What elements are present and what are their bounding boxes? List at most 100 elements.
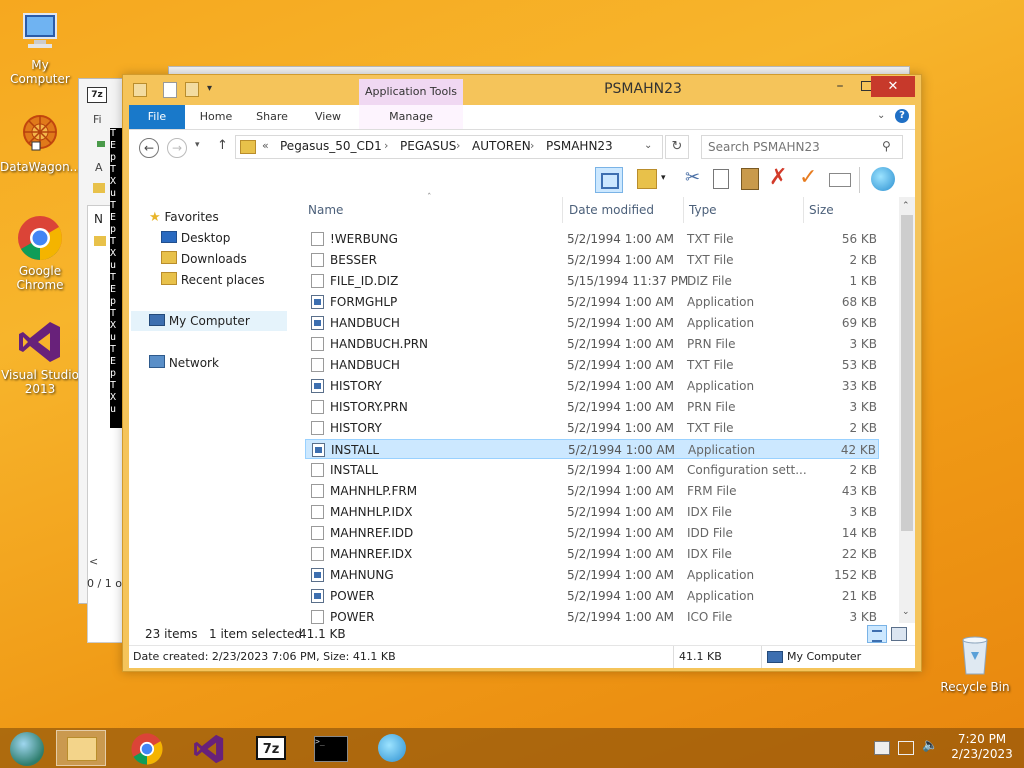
action-center-flag-icon[interactable] [874,741,890,755]
status-divider [761,646,762,668]
file-row[interactable]: POWER 5/2/1994 1:00 AM ICO File 3 KB [305,607,879,627]
title-bar[interactable]: ▾ Application Tools PSMAHN23 – ✕ [123,75,921,105]
taskbar-chrome[interactable] [122,730,172,766]
bg-side-letter: A [95,161,103,174]
file-row[interactable]: INSTALL 5/2/1994 1:00 AM Application 42 KB [305,439,879,459]
file-row[interactable]: HANDBUCH 5/2/1994 1:00 AM TXT File 53 KB [305,355,879,375]
refresh-button[interactable]: ↻ [665,135,689,159]
search-box[interactable]: ⚲ [701,135,903,159]
shell-icon[interactable] [871,167,895,191]
scroll-left-arrow[interactable]: < [89,555,98,568]
breadcrumb-item[interactable]: Pegasus_50_CD1 [280,139,382,153]
clock[interactable]: 7:20 PM 2/23/2023 [944,732,1020,762]
start-button[interactable] [2,730,52,766]
file-date: 5/15/1994 11:37 PM [567,274,689,288]
desktop-icon-my-computer[interactable]: My Computer [0,8,80,86]
vertical-scrollbar[interactable]: ⌃ ⌄ [899,197,915,623]
ribbon-collapse-icon[interactable]: ⌄ [877,110,885,121]
breadcrumb-separator-icon[interactable]: › [530,139,534,152]
nav-desktop[interactable]: Desktop [161,228,230,248]
desktop-icon-recycle-bin[interactable]: Recycle Bin [935,630,1015,694]
nav-favorites[interactable]: ★ Favorites [149,207,219,227]
properties-check-icon[interactable]: ✓ [799,165,817,190]
breadcrumb-separator-icon[interactable]: › [456,139,460,152]
nav-network[interactable]: Network [149,353,219,373]
taskbar-visual-studio[interactable] [184,730,234,766]
desktop-icon-chrome[interactable]: Google Chrome [0,214,80,292]
file-row[interactable]: MAHNHLP.FRM 5/2/1994 1:00 AM FRM File 43 KB [305,481,879,501]
tab-share[interactable]: Share [249,105,295,129]
back-button[interactable]: ← [139,138,159,158]
taskbar-cmd[interactable]: >_ [306,730,356,766]
file-row[interactable]: MAHNREF.IDD 5/2/1994 1:00 AM IDD File 14 KB [305,523,879,543]
forward-button[interactable]: → [167,138,187,158]
breadcrumb-item[interactable]: PSMAHN23 [546,139,613,153]
scroll-up-arrow[interactable]: ⌃ [902,201,910,211]
scrollbar-thumb[interactable] [901,215,913,531]
column-header-name[interactable]: Name [308,197,563,223]
nav-recent-places[interactable]: Recent places [161,270,265,290]
file-size: 53 KB [841,358,877,372]
column-header-size[interactable]: Size [809,197,879,223]
address-field[interactable]: « Pegasus_50_CD1 › PEGASUS › AUTOREN › P… [235,135,663,159]
address-dropdown-icon[interactable]: ⌄ [644,140,652,151]
column-header-type[interactable]: Type [689,197,804,223]
tab-manage[interactable]: Manage [359,105,463,129]
new-folder-icon[interactable] [185,82,199,97]
explorer-window[interactable]: ▾ Application Tools PSMAHN23 – ✕ File Ho… [122,74,922,672]
file-row[interactable]: MAHNHLP.IDX 5/2/1994 1:00 AM IDX File 3 KB [305,502,879,522]
taskbar-shell[interactable] [368,730,418,766]
file-row[interactable]: HISTORY 5/2/1994 1:00 AM Application 33 KB [305,376,879,396]
search-input[interactable] [706,138,878,156]
search-icon[interactable]: ⚲ [882,139,891,153]
tab-file[interactable]: File [129,105,185,129]
file-row[interactable]: FORMGHLP 5/2/1994 1:00 AM Application 68 KB [305,292,879,312]
desktop-icon-label: DataWagon... [0,160,82,174]
help-icon[interactable]: ? [895,109,909,123]
up-button[interactable]: ↑ [217,138,228,153]
file-row[interactable]: HANDBUCH.PRN 5/2/1994 1:00 AM PRN File 3 KB [305,334,879,354]
large-icons-view-button[interactable] [891,627,907,641]
paste-icon[interactable] [741,168,759,190]
desktop-icon-visual-studio[interactable]: Visual Studio 2013 [0,318,80,396]
delete-icon[interactable]: ✗ [769,165,787,190]
breadcrumb-item[interactable]: PEGASUS [400,139,456,153]
details-view-button[interactable] [867,625,887,643]
copy-icon[interactable] [713,169,729,189]
options-dropdown-icon[interactable]: ▾ [661,173,666,183]
file-row[interactable]: HANDBUCH 5/2/1994 1:00 AM Application 69 KB [305,313,879,333]
address-overflow-chevron[interactable]: « [262,139,269,152]
volume-icon[interactable]: 🔈 [922,738,938,753]
folder-options-icon[interactable] [637,169,657,189]
file-row[interactable]: !WERBUNG 5/2/1994 1:00 AM TXT File 56 KB [305,229,879,249]
file-row[interactable]: HISTORY 5/2/1994 1:00 AM TXT File 2 KB [305,418,879,438]
close-button[interactable]: ✕ [871,76,915,97]
properties-icon[interactable] [163,82,177,98]
preview-pane-button[interactable] [595,167,623,193]
file-row[interactable]: POWER 5/2/1994 1:00 AM Application 21 KB [305,586,879,606]
file-row[interactable]: BESSER 5/2/1994 1:00 AM TXT File 2 KB [305,250,879,270]
taskbar-file-explorer[interactable] [56,730,106,766]
nav-my-computer[interactable]: My Computer [131,311,287,331]
breadcrumb-item[interactable]: AUTOREN [472,139,531,153]
file-row[interactable]: INSTALL 5/2/1994 1:00 AM Configuration set… [305,460,879,480]
cut-icon[interactable]: ✂ [685,167,700,188]
network-tray-icon[interactable] [898,741,914,755]
scroll-down-arrow[interactable]: ⌄ [902,607,910,617]
tab-view[interactable]: View [305,105,351,129]
file-row[interactable]: FILE_ID.DIZ 5/15/1994 11:37 PM DIZ File 1 K… [305,271,879,291]
file-row[interactable]: HISTORY.PRN 5/2/1994 1:00 AM PRN File 3 KB [305,397,879,417]
breadcrumb-separator-icon[interactable]: › [384,139,388,152]
file-row[interactable]: MAHNREF.IDX 5/2/1994 1:00 AM IDX File 22 KB [305,544,879,564]
tab-home[interactable]: Home [193,105,239,129]
minimize-button[interactable]: – [827,77,853,97]
config-file-icon [311,463,324,477]
desktop-icon-datawagon[interactable]: DataWagon... [0,110,82,174]
taskbar-7zip[interactable]: 7z [246,730,296,766]
file-row[interactable]: MAHNUNG 5/2/1994 1:00 AM Application 152 KB [305,565,879,585]
rename-icon[interactable] [829,173,851,187]
nav-downloads[interactable]: Downloads [161,249,247,269]
quick-access-dropdown-icon[interactable]: ▾ [207,83,212,94]
recent-locations-dropdown[interactable]: ▾ [195,140,200,150]
column-header-date[interactable]: Date modified [569,197,684,223]
